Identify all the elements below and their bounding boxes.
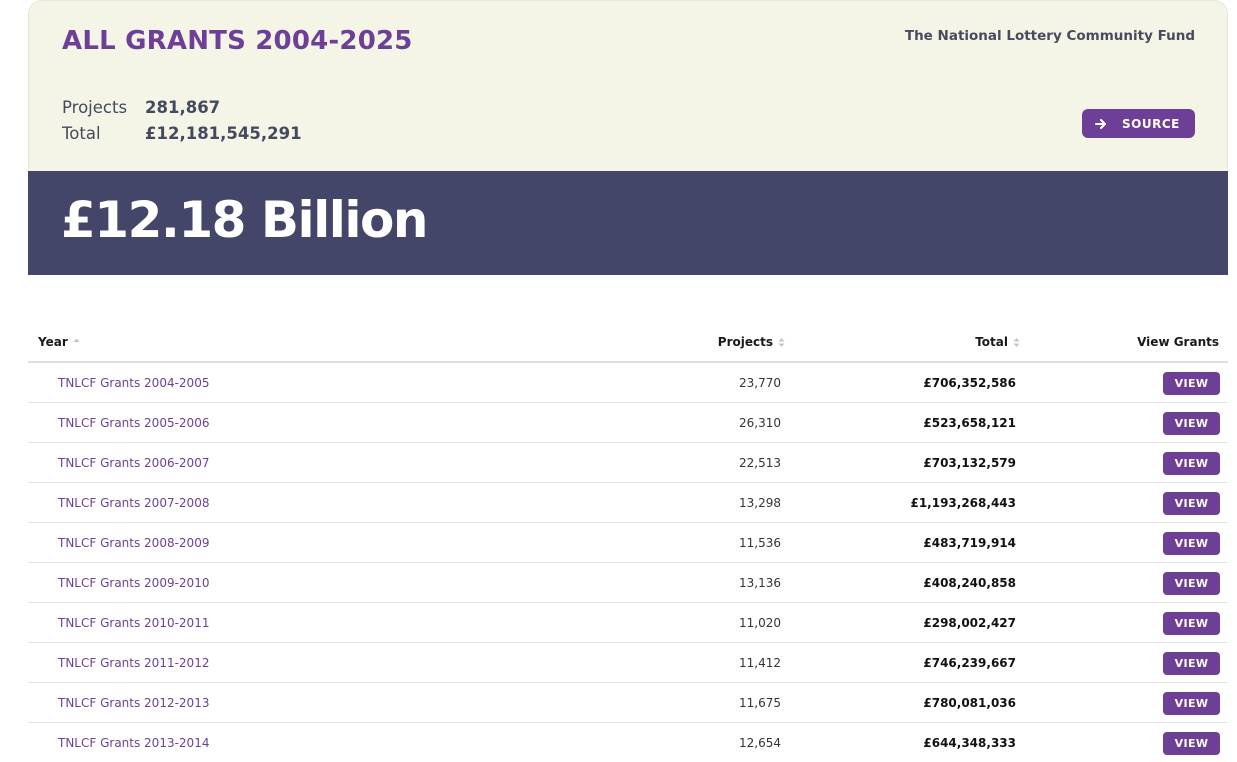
- grant-year-link[interactable]: TNLCF Grants 2006-2007: [58, 456, 209, 470]
- projects-count: 11,412: [739, 656, 781, 670]
- stat-label: Total: [62, 123, 101, 143]
- projects-count: 26,310: [739, 416, 781, 430]
- view-button[interactable]: VIEW: [1163, 492, 1220, 515]
- stat-value: £12,181,545,291: [145, 123, 302, 143]
- grant-year-link[interactable]: TNLCF Grants 2009-2010: [58, 576, 209, 590]
- grant-total: £523,658,121: [923, 416, 1016, 430]
- table-row: TNLCF Grants 2012-2013 11,675 £780,081,036…: [28, 683, 1228, 723]
- total-banner: £12.18 Billion: [28, 171, 1228, 275]
- grant-year-link[interactable]: TNLCF Grants 2007-2008: [58, 496, 209, 510]
- projects-count: 11,020: [739, 616, 781, 630]
- grant-total: £706,352,586: [923, 376, 1016, 390]
- table-body: TNLCF Grants 2004-2005 23,770 £706,352,586…: [28, 363, 1228, 762]
- view-button[interactable]: VIEW: [1163, 452, 1220, 475]
- summary-stats: Projects 281,867 Total £12,181,545,291: [62, 94, 302, 146]
- table-row: TNLCF Grants 2011-2012 11,412 £746,239,667…: [28, 643, 1228, 683]
- grant-total: £408,240,858: [923, 576, 1016, 590]
- grant-year-link[interactable]: TNLCF Grants 2012-2013: [58, 696, 209, 710]
- table-row: TNLCF Grants 2008-2009 11,536 £483,719,914…: [28, 523, 1228, 563]
- view-button[interactable]: VIEW: [1163, 652, 1220, 675]
- projects-count: 11,675: [739, 696, 781, 710]
- table-row: TNLCF Grants 2013-2014 12,654 £644,348,333…: [28, 723, 1228, 762]
- column-header-label: Total: [975, 335, 1008, 349]
- grant-total: £746,239,667: [923, 656, 1016, 670]
- stat-value: 281,867: [145, 97, 221, 117]
- table-row: TNLCF Grants 2010-2011 11,020 £298,002,427…: [28, 603, 1228, 643]
- projects-count: 13,298: [739, 496, 781, 510]
- projects-count: 11,536: [739, 536, 781, 550]
- grant-year-link[interactable]: TNLCF Grants 2013-2014: [58, 736, 209, 750]
- view-button[interactable]: VIEW: [1163, 612, 1220, 635]
- sort-ascending-icon: [73, 338, 80, 342]
- projects-count: 23,770: [739, 376, 781, 390]
- column-header-total[interactable]: Total: [975, 335, 1020, 349]
- view-button[interactable]: VIEW: [1163, 372, 1220, 395]
- grant-year-link[interactable]: TNLCF Grants 2011-2012: [58, 656, 209, 670]
- grant-year-link[interactable]: TNLCF Grants 2010-2011: [58, 616, 209, 630]
- organisation-name: The National Lottery Community Fund: [904, 28, 1195, 44]
- table-row: TNLCF Grants 2005-2006 26,310 £523,658,121…: [28, 403, 1228, 443]
- view-button[interactable]: VIEW: [1163, 732, 1220, 755]
- summary-card: ALL GRANTS 2004-2025 The National Lotter…: [28, 0, 1228, 171]
- source-button-label: SOURCE: [1122, 116, 1180, 131]
- view-button[interactable]: VIEW: [1163, 692, 1220, 715]
- source-button[interactable]: SOURCE: [1082, 109, 1195, 138]
- grant-total: £703,132,579: [923, 456, 1016, 470]
- column-header-label: View Grants: [1137, 335, 1219, 349]
- grant-total: £298,002,427: [923, 616, 1016, 630]
- view-button[interactable]: VIEW: [1163, 412, 1220, 435]
- grant-total: £1,193,268,443: [910, 496, 1016, 510]
- projects-count: 12,654: [739, 736, 781, 750]
- projects-count: 22,513: [739, 456, 781, 470]
- column-header-view-grants: View Grants: [1137, 335, 1219, 349]
- view-button[interactable]: VIEW: [1163, 532, 1220, 555]
- table-header: Year Projects Total View Grants: [28, 322, 1228, 363]
- grant-total: £483,719,914: [923, 536, 1016, 550]
- grants-table: Year Projects Total View Grants TNLCF Gr…: [28, 322, 1228, 762]
- arrow-right-icon: [1095, 118, 1106, 129]
- table-row: TNLCF Grants 2004-2005 23,770 £706,352,586…: [28, 363, 1228, 403]
- table-row: TNLCF Grants 2006-2007 22,513 £703,132,579…: [28, 443, 1228, 483]
- grant-total: £644,348,333: [923, 736, 1016, 750]
- column-header-label: Year: [38, 335, 68, 349]
- stat-label: Projects: [62, 97, 128, 117]
- grant-year-link[interactable]: TNLCF Grants 2005-2006: [58, 416, 209, 430]
- grant-year-link[interactable]: TNLCF Grants 2004-2005: [58, 376, 209, 390]
- page-title: ALL GRANTS 2004-2025: [62, 26, 413, 56]
- stat-projects: Projects 281,867: [62, 94, 302, 120]
- stat-total: Total £12,181,545,291: [62, 120, 302, 146]
- table-row: TNLCF Grants 2007-2008 13,298 £1,193,268,4…: [28, 483, 1228, 523]
- sort-icon: [1013, 337, 1020, 347]
- column-header-label: Projects: [717, 335, 773, 349]
- grant-year-link[interactable]: TNLCF Grants 2008-2009: [58, 536, 209, 550]
- table-row: TNLCF Grants 2009-2010 13,136 £408,240,858…: [28, 563, 1228, 603]
- column-header-projects[interactable]: Projects: [718, 335, 785, 349]
- view-button[interactable]: VIEW: [1163, 572, 1220, 595]
- column-header-year[interactable]: Year: [38, 335, 80, 349]
- projects-count: 13,136: [739, 576, 781, 590]
- grant-total: £780,081,036: [923, 696, 1016, 710]
- sort-icon: [778, 337, 785, 347]
- total-amount: £12.18 Billion: [61, 191, 428, 249]
